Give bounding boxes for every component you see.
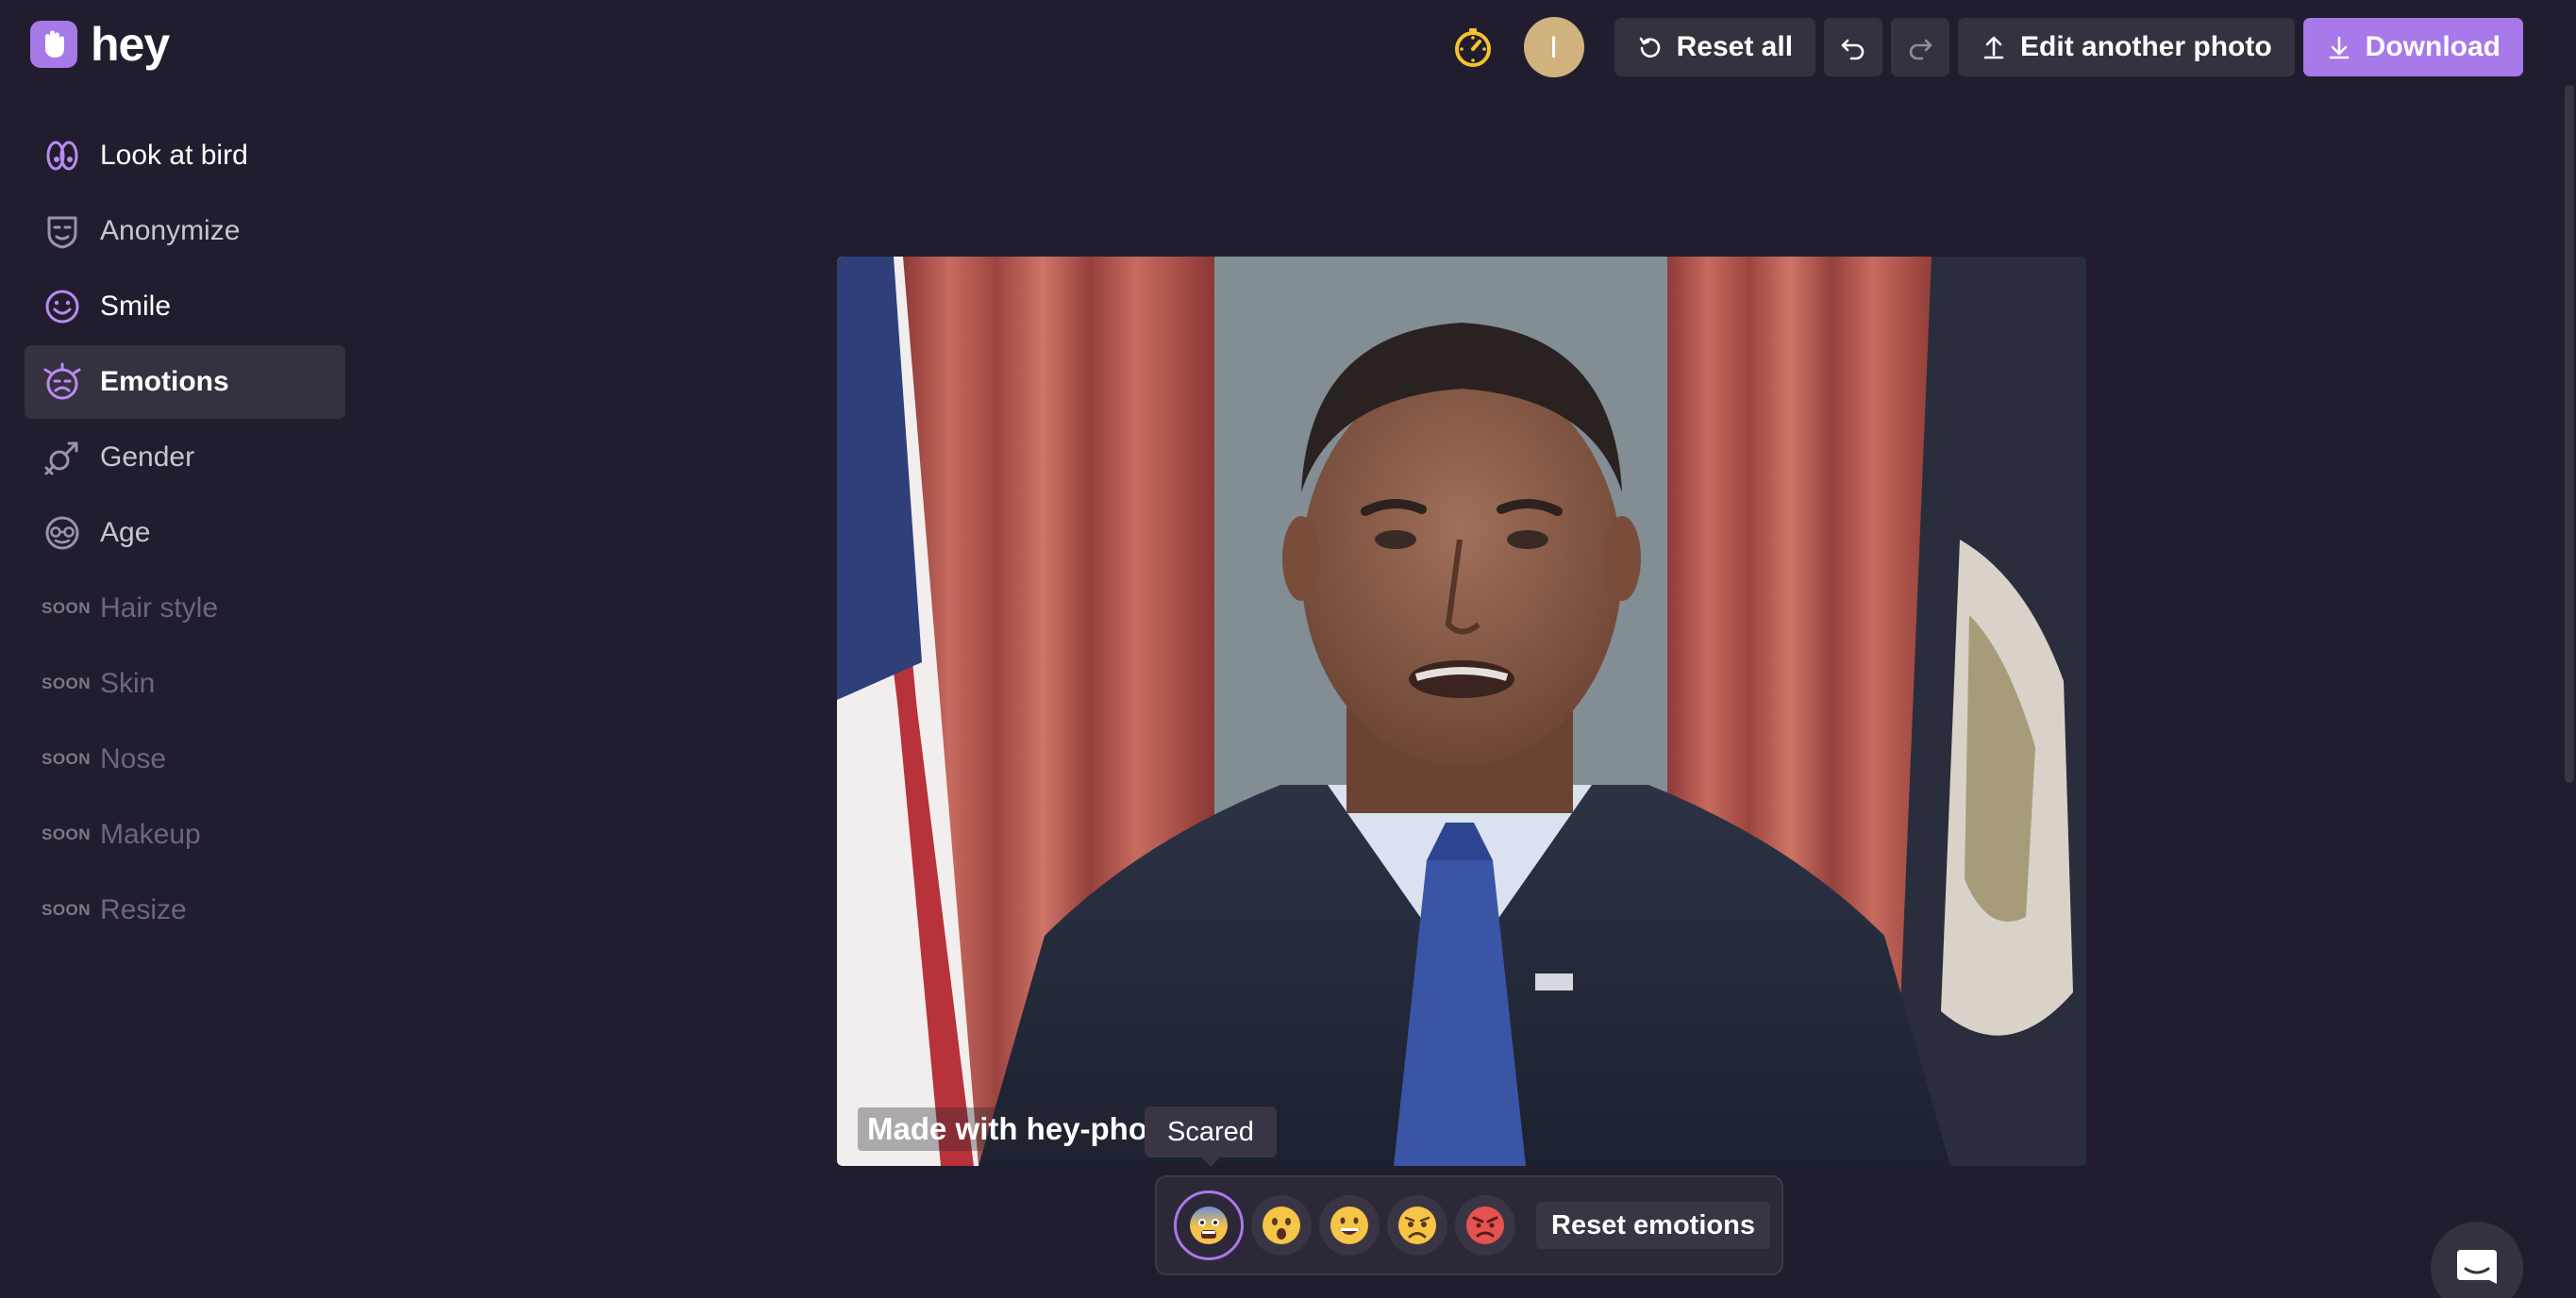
download-icon (2329, 36, 2349, 59)
sidebar-item-makeup: SOON Makeup (25, 798, 345, 872)
emotion-angry-button[interactable] (1455, 1195, 1515, 1256)
download-button[interactable]: Download (2302, 18, 2523, 76)
sidebar-item-smile[interactable]: Smile (25, 270, 345, 343)
undo-button[interactable] (1824, 18, 1883, 76)
surprised-emoji-icon (1263, 1206, 1300, 1244)
edit-another-label: Edit another photo (2020, 31, 2272, 62)
reset-emotions-button[interactable]: Reset emotions (1536, 1202, 1770, 1249)
emotion-happy-button[interactable] (1319, 1195, 1380, 1256)
emotion-sad-button[interactable] (1387, 1195, 1447, 1256)
emotions-face-icon (42, 361, 83, 403)
sidebar-item-hair-style: SOON Hair style (25, 572, 345, 645)
download-label: Download (2365, 31, 2501, 62)
logo-text: heyphoto (91, 18, 995, 324)
smile-icon (42, 286, 83, 327)
mask-icon (42, 210, 83, 252)
timer-icon[interactable] (1443, 17, 1503, 77)
old-face-icon (42, 512, 83, 554)
edited-photo: Made with hey-pho (837, 257, 2086, 1166)
sidebar-item-label: Age (100, 517, 151, 548)
sidebar-item-nose: SOON Nose (25, 723, 345, 796)
logo[interactable]: heyphoto (30, 18, 995, 324)
sidebar-item-label: Smile (100, 291, 172, 322)
chat-icon (2457, 1250, 2497, 1284)
happy-emoji-icon (1330, 1206, 1368, 1244)
sidebar-item-label: Hair style (100, 592, 219, 624)
sidebar-item-label: Skin (100, 668, 156, 699)
soon-tag: SOON (42, 825, 92, 843)
soon-tag: SOON (42, 674, 92, 692)
sidebar-item-skin: SOON Skin (25, 647, 345, 721)
redo-icon (1909, 39, 1932, 60)
user-avatar[interactable]: I (1523, 17, 1584, 77)
undo-icon (1841, 39, 1865, 60)
upload-icon (1983, 36, 2004, 59)
sidebar-item-label: Gender (100, 441, 195, 473)
sidebar-item-label: Anonymize (100, 215, 241, 246)
sidebar-item-emotions[interactable]: Emotions (25, 345, 345, 419)
sidebar-nav: Look at bird Anonymize Smile Emotions Ge… (25, 119, 345, 949)
top-toolbar: I Reset all Edit another photo Download (1443, 17, 2523, 77)
emotion-tooltip: Scared (1145, 1107, 1277, 1167)
portrait-image (837, 257, 2086, 1166)
sidebar-item-label: Makeup (100, 819, 201, 850)
gender-icon (42, 437, 83, 478)
watermark-text: Made with hey-pho (858, 1107, 1157, 1151)
sidebar-item-look-at-bird[interactable]: Look at bird (25, 119, 345, 192)
sidebar-item-label: Resize (100, 894, 187, 925)
reset-icon (1639, 37, 1660, 58)
scared-emoji-icon (1190, 1206, 1228, 1244)
sidebar-item-gender[interactable]: Gender (25, 421, 345, 494)
sidebar-item-label: Nose (100, 743, 167, 774)
sidebar-item-label: Emotions (100, 366, 229, 397)
reset-all-button[interactable]: Reset all (1614, 18, 1816, 76)
reset-all-label: Reset all (1676, 31, 1794, 62)
sidebar-item-age[interactable]: Age (25, 496, 345, 570)
angry-emoji-icon (1466, 1206, 1504, 1244)
sad-emoji-icon (1398, 1206, 1436, 1244)
soon-tag: SOON (42, 599, 92, 617)
hand-logo-icon (30, 21, 77, 68)
soon-tag: SOON (42, 750, 92, 768)
app-root: heyphoto I Reset all (0, 0, 2576, 1298)
eyes-icon (42, 135, 83, 176)
sidebar-item-resize: SOON Resize (25, 874, 345, 947)
sidebar-item-label: Look at bird (100, 140, 248, 171)
emotion-picker: Reset emotions (1155, 1175, 1783, 1275)
sidebar-item-anonymize[interactable]: Anonymize (25, 194, 345, 268)
page-scrollbar[interactable] (2565, 85, 2574, 783)
emotion-surprised-button[interactable] (1251, 1195, 1312, 1256)
soon-tag: SOON (42, 901, 92, 919)
chat-launcher-button[interactable] (2431, 1222, 2523, 1298)
edit-another-photo-button[interactable]: Edit another photo (1958, 18, 2295, 76)
logo-hey: hey (91, 18, 170, 71)
emotion-scared-button[interactable] (1174, 1190, 1244, 1260)
redo-button[interactable] (1891, 18, 1950, 76)
